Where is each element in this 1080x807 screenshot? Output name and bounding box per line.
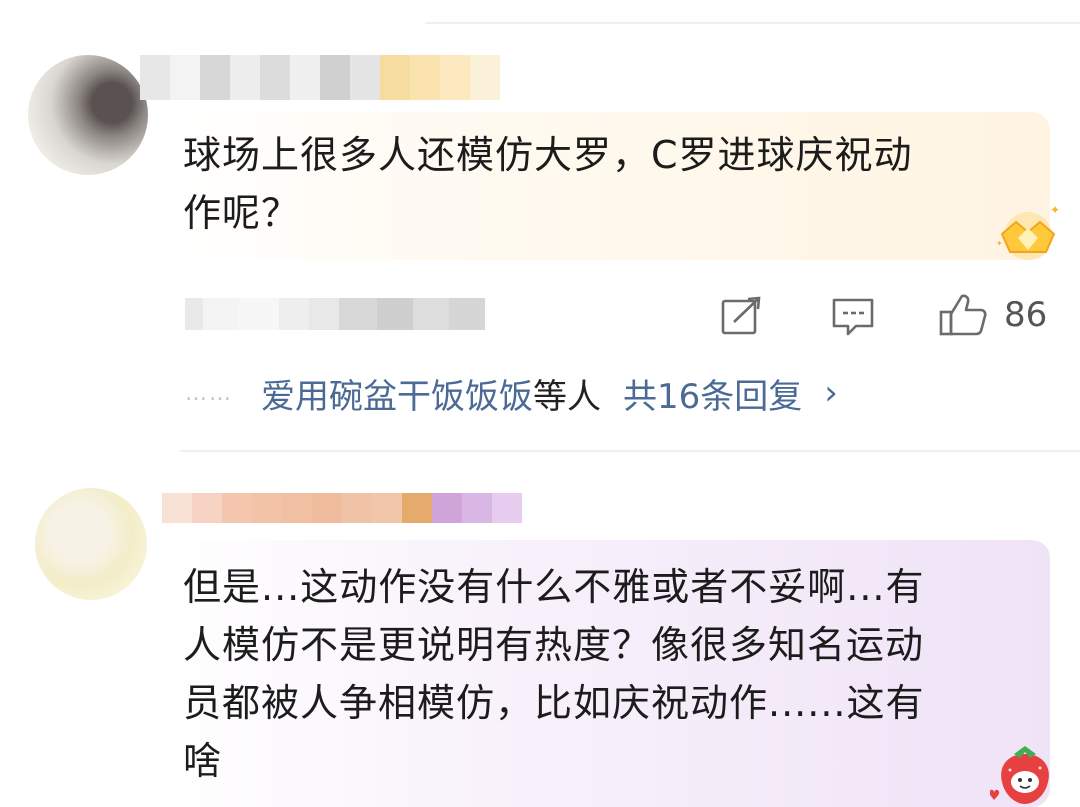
comment-text-line: 员都被人争相模仿，比如庆祝动作......这有 xyxy=(183,681,925,725)
username-blurred[interactable] xyxy=(140,55,500,100)
share-icon[interactable] xyxy=(720,296,764,336)
replies-summary[interactable]: …… 爱用碗盆干饭饭饭 等人 共16条回复 › xyxy=(185,368,838,418)
comment-text-line: 但是...这动作没有什么不雅或者不妥啊...有 xyxy=(183,565,925,609)
comment-text-line: 作呢？ xyxy=(183,191,301,235)
reply-users-link[interactable]: 爱用碗盆干饭饭饭 xyxy=(261,369,533,418)
avatar[interactable] xyxy=(28,55,148,175)
meta-blurred xyxy=(185,298,485,330)
strawberry-badge-icon: ♥ xyxy=(990,746,1049,804)
svg-text:✦: ✦ xyxy=(996,239,1003,248)
comment-text-line: 啥 xyxy=(183,739,223,783)
comment-divider xyxy=(180,450,1080,452)
crown-badge-icon: ✦ ✦ xyxy=(996,203,1060,260)
comment-text-line: 球场上很多人还模仿大罗，C罗进球庆祝动 xyxy=(183,133,913,177)
thumbs-up-icon[interactable] xyxy=(938,292,988,338)
comment-text-line: 人模仿不是更说明有热度？像很多知名运动 xyxy=(183,623,925,667)
top-divider xyxy=(425,22,1080,24)
reply-total-link[interactable]: 共16条回复 xyxy=(623,369,802,418)
svg-text:♥: ♥ xyxy=(990,788,1001,804)
svg-text:✦: ✦ xyxy=(1050,203,1060,217)
dots-icon: …… xyxy=(185,380,233,406)
username-blurred[interactable] xyxy=(162,493,522,523)
like-count: 86 xyxy=(1004,295,1048,335)
comment-icon[interactable] xyxy=(830,296,876,338)
comment-text: 但是...这动作没有什么不雅或者不妥啊...有 人模仿不是更说明有热度？像很多知… xyxy=(183,558,1043,790)
chevron-right-icon: › xyxy=(824,373,838,413)
avatar[interactable] xyxy=(35,488,147,600)
reply-users-suffix: 等人 xyxy=(533,376,601,417)
comment-text: 球场上很多人还模仿大罗，C罗进球庆祝动 作呢？ xyxy=(183,130,1023,238)
